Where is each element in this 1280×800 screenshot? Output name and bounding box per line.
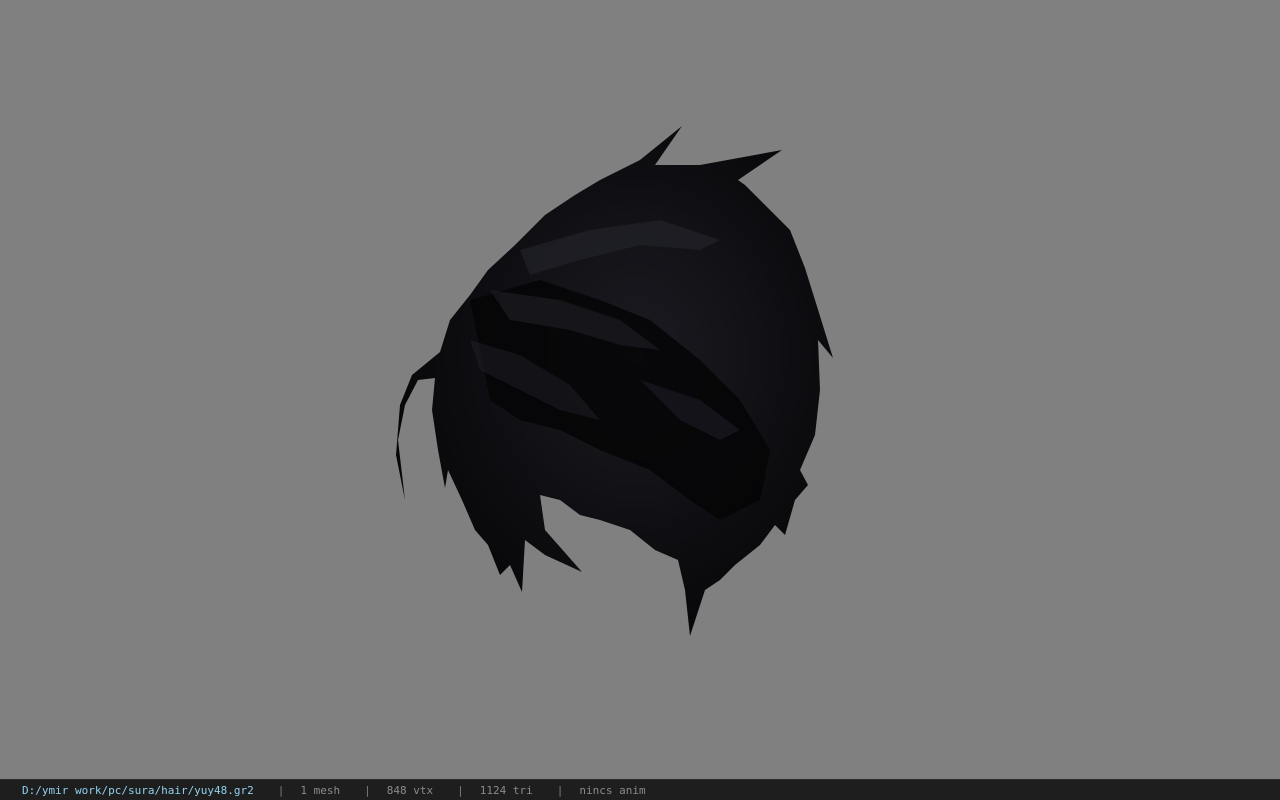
animation-status: nincs anim <box>579 783 646 797</box>
separator: | <box>277 783 285 797</box>
triangle-count: 1124 tri <box>479 783 533 797</box>
3d-viewport[interactable] <box>0 0 1280 779</box>
separator: | <box>457 783 464 797</box>
separator: | <box>556 783 564 797</box>
hair-model-render[interactable] <box>0 0 1280 779</box>
file-path: D:/ymir work/pc/sura/hair/yuy48.gr2 <box>22 783 254 797</box>
separator: | <box>364 783 371 797</box>
mesh-count: 1 mesh <box>300 783 341 797</box>
status-bar: D:/ymir work/pc/sura/hair/yuy48.gr2 | 1 … <box>0 779 1280 800</box>
vertex-count: 848 vtx <box>386 783 434 797</box>
